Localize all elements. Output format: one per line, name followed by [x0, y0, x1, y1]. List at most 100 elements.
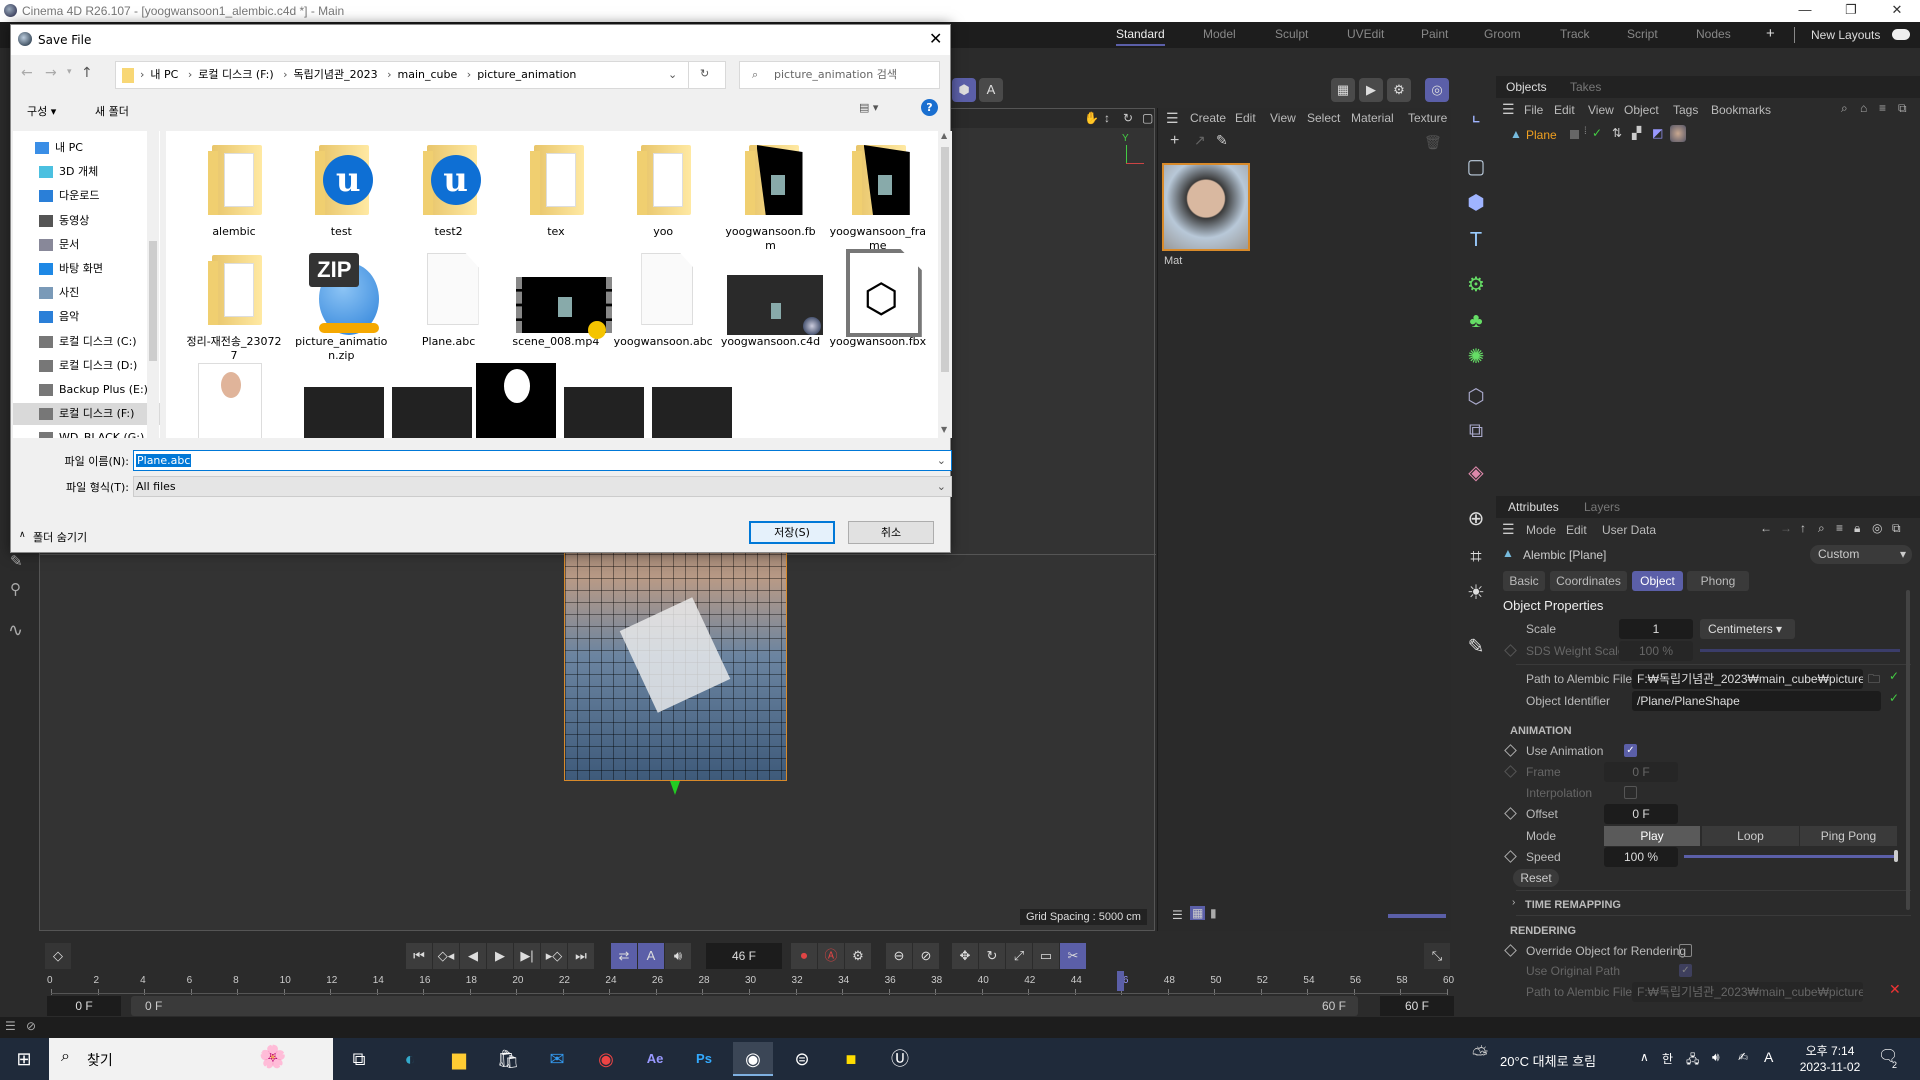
- file-item[interactable]: yoo: [613, 139, 713, 239]
- menu-icon[interactable]: ☰: [5, 1019, 16, 1033]
- subtab-basic[interactable]: Basic: [1503, 571, 1545, 591]
- material-menu-create[interactable]: Create: [1190, 111, 1226, 125]
- file-item[interactable]: 정리-재전송_230727: [184, 249, 284, 363]
- windows-start-icon[interactable]: ⊞: [4, 1042, 44, 1076]
- snap-icon[interactable]: ⬢: [952, 78, 976, 102]
- environment-icon[interactable]: ⊕: [1461, 504, 1491, 534]
- previous-frame-icon[interactable]: ◀: [460, 943, 486, 969]
- help-icon[interactable]: ?: [921, 99, 938, 116]
- attributes-menu-icon[interactable]: ☰: [1502, 521, 1515, 538]
- move-icon[interactable]: ↕: [1104, 111, 1110, 125]
- material-tag-icon[interactable]: [1670, 125, 1686, 142]
- nav-item[interactable]: 사진: [39, 282, 79, 304]
- current-frame-field[interactable]: 46 F: [706, 943, 782, 969]
- speed-slider-handle[interactable]: [1894, 850, 1898, 862]
- auto-key-icon[interactable]: Ⓐ: [818, 943, 844, 969]
- nav-item[interactable]: 로컬 디스크 (F:): [13, 403, 160, 426]
- chevron-up-icon[interactable]: ∧: [19, 530, 26, 540]
- after-effects-icon[interactable]: Ae: [635, 1042, 675, 1076]
- cinema4d-taskbar-icon[interactable]: ◉: [733, 1042, 773, 1076]
- file-item[interactable]: yoogwansoon.fbm: [721, 139, 821, 253]
- list-view-icon[interactable]: ☰: [1172, 908, 1183, 922]
- selection-tag-icon[interactable]: ◩: [1652, 126, 1663, 140]
- nav-item[interactable]: 로컬 디스크 (C:): [39, 331, 137, 353]
- filename-input[interactable]: Plane.abc ⌄: [133, 450, 952, 471]
- playhead[interactable]: [1117, 971, 1125, 991]
- keyframe-icon[interactable]: [1504, 744, 1517, 757]
- file-item[interactable]: alembic: [184, 139, 284, 239]
- save-button[interactable]: 저장(S): [749, 521, 835, 544]
- material-menu-edit[interactable]: Edit: [1235, 111, 1256, 125]
- alembic-tag-icon[interactable]: ⇅: [1612, 126, 1622, 140]
- new-window-icon[interactable]: ⧉: [1892, 521, 1901, 536]
- cancel-button[interactable]: 취소: [848, 521, 934, 544]
- text-icon[interactable]: T: [1461, 225, 1491, 255]
- tab-layers[interactable]: Layers: [1584, 500, 1620, 514]
- object-row[interactable]: ▲ Plane ⁞ ✓ ⇅ ▞ ◩: [1496, 124, 1920, 146]
- clock-date[interactable]: 2023-11-02: [1790, 1060, 1870, 1074]
- light-icon[interactable]: ☀: [1461, 578, 1491, 608]
- key-settings-icon[interactable]: ⚙: [845, 943, 871, 969]
- new-layouts-label[interactable]: New Layouts: [1811, 28, 1880, 42]
- objects-menu-object[interactable]: Object: [1624, 103, 1659, 117]
- generator-icon[interactable]: ⚙: [1461, 270, 1491, 300]
- file-item[interactable]: yoogwansoon.abc: [613, 249, 713, 349]
- file-thumbnail-partial[interactable]: [652, 387, 732, 438]
- file-thumbnail-partial[interactable]: [304, 387, 384, 438]
- go-to-start-icon[interactable]: ⏮: [406, 943, 432, 969]
- nav-item[interactable]: 바탕 화면: [39, 258, 103, 280]
- delete-material-icon[interactable]: 🗑: [1424, 134, 1442, 151]
- mode-ping-pong-button[interactable]: Ping Pong: [1800, 826, 1897, 846]
- keyframe-icon[interactable]: [1504, 644, 1517, 657]
- mode-loop-button[interactable]: Loop: [1702, 826, 1799, 846]
- recent-chevron-icon[interactable]: ▾: [67, 67, 72, 77]
- enabled-check-icon[interactable]: ✓: [1592, 126, 1602, 140]
- nav-item[interactable]: 내 PC: [35, 137, 83, 159]
- field-icon[interactable]: ⧉: [1461, 416, 1491, 446]
- add-layout-icon[interactable]: +: [1766, 25, 1775, 42]
- breadcrumb-item[interactable]: picture_animation: [477, 62, 576, 88]
- redshift-icon[interactable]: ◎: [1425, 78, 1449, 102]
- attributes-menu-mode[interactable]: Mode: [1526, 523, 1556, 537]
- auto-key-icon[interactable]: A: [979, 78, 1003, 102]
- motion-icon[interactable]: ⊘: [913, 943, 939, 969]
- file-item[interactable]: yoogwansoon.c4d: [721, 249, 823, 349]
- chrome-icon[interactable]: ◉: [586, 1042, 626, 1076]
- mode-play-button[interactable]: Play: [1604, 826, 1700, 846]
- close-dialog-button[interactable]: ✕: [929, 29, 942, 48]
- render-picture-viewer-icon[interactable]: ▶: [1359, 78, 1383, 102]
- key-position-icon[interactable]: ✥: [952, 943, 978, 969]
- new-folder-button[interactable]: 새 폴더: [95, 103, 129, 119]
- time-remapping-header[interactable]: TIME REMAPPING: [1525, 899, 1621, 911]
- attributes-menu-edit[interactable]: Edit: [1566, 523, 1587, 537]
- minimize-button[interactable]: —: [1782, 0, 1828, 22]
- preset-dropdown[interactable]: Custom ▾: [1810, 545, 1912, 564]
- breadcrumb-item[interactable]: main_cube: [398, 62, 458, 88]
- layout-tab-uvedit[interactable]: UVEdit: [1347, 27, 1384, 41]
- render-settings-icon[interactable]: ⚙: [1387, 78, 1411, 102]
- view-options-icon[interactable]: ▤ ▾: [859, 101, 878, 114]
- attributes-scrollbar[interactable]: [1906, 590, 1910, 910]
- store-icon[interactable]: 🛍︎: [488, 1042, 528, 1076]
- volume-icon[interactable]: 🔊︎: [1712, 1050, 1720, 1065]
- layout-toggle[interactable]: [1892, 29, 1910, 40]
- next-frame-icon[interactable]: ▶︎|: [514, 943, 540, 969]
- layout-tab-script[interactable]: Script: [1627, 27, 1658, 41]
- scale-field[interactable]: 1: [1619, 619, 1693, 639]
- chevron-down-icon[interactable]: ⌄: [937, 451, 946, 470]
- file-item[interactable]: Plane.abc: [399, 249, 499, 349]
- nav-item[interactable]: 로컬 디스크 (D:): [39, 355, 137, 377]
- task-view-icon[interactable]: ⧉: [339, 1042, 379, 1076]
- keyframe-mode-icon[interactable]: ◇: [45, 943, 71, 969]
- key-pla-icon[interactable]: ✂: [1060, 943, 1086, 969]
- ime-icon[interactable]: 한: [1662, 1050, 1673, 1067]
- file-thumbnail-partial[interactable]: [392, 387, 472, 438]
- layer-icon[interactable]: [1570, 130, 1579, 139]
- material-name[interactable]: Mat: [1164, 255, 1182, 267]
- nav-item[interactable]: 음악: [39, 306, 79, 328]
- mail-icon[interactable]: ✉: [537, 1042, 577, 1076]
- breadcrumb-item[interactable]: 독립기념관_2023: [294, 62, 378, 88]
- input-language-icon[interactable]: A: [1764, 1049, 1773, 1065]
- pan-icon[interactable]: ✋: [1084, 111, 1099, 125]
- file-item[interactable]: scene_008.mp4: [506, 249, 612, 349]
